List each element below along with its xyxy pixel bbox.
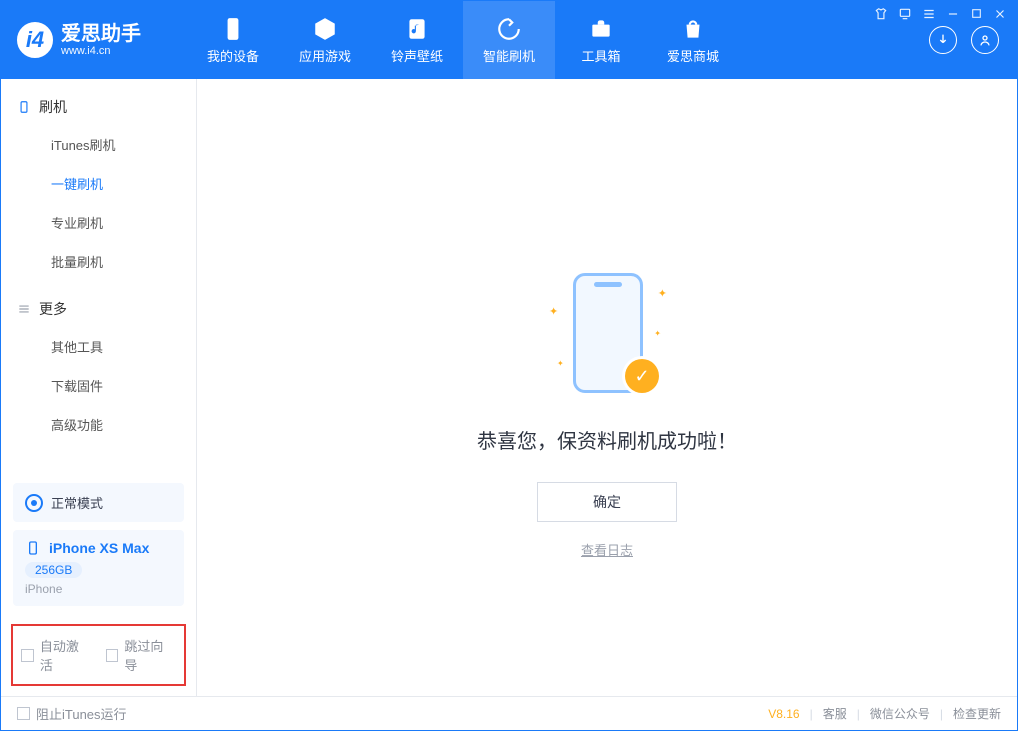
nav-tab-ringtone[interactable]: 铃声壁纸: [371, 1, 463, 79]
window-controls-small: [874, 7, 1007, 24]
sparkle-icon: ✦: [557, 359, 564, 368]
refresh-icon: [496, 16, 522, 42]
options-highlight: 自动激活 跳过向导: [11, 624, 186, 686]
mode-indicator[interactable]: 正常模式: [13, 483, 184, 522]
header-actions: [929, 26, 999, 54]
checkbox-label: 自动激活: [40, 636, 92, 674]
nav-label: 铃声壁纸: [391, 46, 443, 65]
checkbox-icon: [106, 649, 119, 662]
checkbox-label: 阻止iTunes运行: [36, 704, 127, 723]
app-subtitle: www.i4.cn: [61, 45, 141, 57]
sidebar-group-label: 更多: [39, 299, 67, 319]
sidebar-item-itunes[interactable]: iTunes刷机: [1, 125, 196, 164]
statusbar: 阻止iTunes运行 V8.16 | 客服 | 微信公众号 | 检查更新: [1, 696, 1017, 730]
phone-small-icon: [25, 540, 41, 556]
close-icon[interactable]: [993, 7, 1007, 24]
nav-tab-device[interactable]: 我的设备: [187, 1, 279, 79]
success-message: 恭喜您，保资料刷机成功啦！: [477, 425, 737, 454]
user-icon: [977, 32, 993, 48]
mode-dot-icon: [25, 494, 43, 512]
nav-label: 智能刷机: [483, 46, 535, 65]
sidebar-item-pro[interactable]: 专业刷机: [1, 203, 196, 242]
device-name: iPhone XS Max: [49, 540, 149, 556]
device-icon: [17, 100, 31, 114]
checkbox-auto-activate[interactable]: 自动激活: [21, 636, 92, 674]
device-type: iPhone: [25, 582, 172, 596]
phone-icon: [220, 16, 246, 42]
download-icon: [935, 32, 951, 48]
sidebar-item-batch[interactable]: 批量刷机: [1, 242, 196, 281]
checkbox-label: 跳过向导: [124, 636, 176, 674]
nav-tab-apps[interactable]: 应用游戏: [279, 1, 371, 79]
support-link[interactable]: 客服: [823, 705, 847, 722]
mode-label: 正常模式: [51, 493, 103, 512]
nav-tab-flash[interactable]: 智能刷机: [463, 1, 555, 79]
success-illustration: ✦ ✦ ✦ ✦ ✓: [547, 269, 667, 399]
sidebar-item-other[interactable]: 其他工具: [1, 327, 196, 366]
menu-icon[interactable]: [922, 7, 936, 24]
sidebar: 刷机 iTunes刷机 一键刷机 专业刷机 批量刷机 更多 其他工具 下载固件 …: [1, 79, 197, 696]
ok-button[interactable]: 确定: [537, 482, 677, 522]
maximize-icon[interactable]: [970, 7, 983, 24]
logo-icon: i4: [17, 22, 53, 58]
checkbox-icon: [21, 649, 34, 662]
feedback-icon[interactable]: [898, 7, 912, 24]
music-icon: [404, 16, 430, 42]
sparkle-icon: ✦: [549, 305, 558, 318]
wechat-link[interactable]: 微信公众号: [870, 705, 930, 722]
list-icon: [17, 302, 31, 316]
toolbox-icon: [588, 16, 614, 42]
sidebar-item-firmware[interactable]: 下载固件: [1, 366, 196, 405]
sidebar-group-label: 刷机: [39, 97, 67, 117]
nav-label: 我的设备: [207, 46, 259, 65]
checkbox-skip-guide[interactable]: 跳过向导: [106, 636, 177, 674]
nav-label: 应用游戏: [299, 46, 351, 65]
tshirt-icon[interactable]: [874, 7, 888, 24]
nav-label: 工具箱: [581, 46, 620, 65]
nav-label: 爱思商城: [667, 46, 719, 65]
logo[interactable]: i4 爱思助手 www.i4.cn: [17, 22, 187, 58]
checkbox-block-itunes[interactable]: 阻止iTunes运行: [17, 704, 127, 723]
sidebar-group-flash: 刷机: [1, 79, 196, 125]
sparkle-icon: ✦: [658, 287, 667, 300]
app-title: 爱思助手: [61, 23, 141, 45]
minimize-icon[interactable]: [946, 7, 960, 24]
view-log-link[interactable]: 查看日志: [581, 540, 633, 559]
sparkle-icon: ✦: [654, 329, 661, 338]
device-card[interactable]: iPhone XS Max 256GB iPhone: [13, 530, 184, 606]
main-content: ✦ ✦ ✦ ✦ ✓ 恭喜您，保资料刷机成功啦！ 确定 查看日志: [197, 79, 1017, 696]
sidebar-item-advanced[interactable]: 高级功能: [1, 405, 196, 444]
cube-icon: [312, 16, 338, 42]
nav-tab-toolbox[interactable]: 工具箱: [555, 1, 647, 79]
check-badge-icon: ✓: [625, 359, 659, 393]
bag-icon: [680, 16, 706, 42]
device-storage: 256GB: [25, 562, 82, 578]
user-button[interactable]: [971, 26, 999, 54]
version-label: V8.16: [768, 707, 799, 721]
checkbox-icon: [17, 707, 30, 720]
nav-tabs: 我的设备 应用游戏 铃声壁纸 智能刷机 工具箱: [187, 1, 739, 79]
sidebar-group-more: 更多: [1, 281, 196, 327]
nav-tab-store[interactable]: 爱思商城: [647, 1, 739, 79]
download-button[interactable]: [929, 26, 957, 54]
update-link[interactable]: 检查更新: [953, 705, 1001, 722]
sidebar-item-oneclick[interactable]: 一键刷机: [1, 164, 196, 203]
titlebar: i4 爱思助手 www.i4.cn 我的设备 应用游戏 铃声壁纸: [1, 1, 1017, 79]
